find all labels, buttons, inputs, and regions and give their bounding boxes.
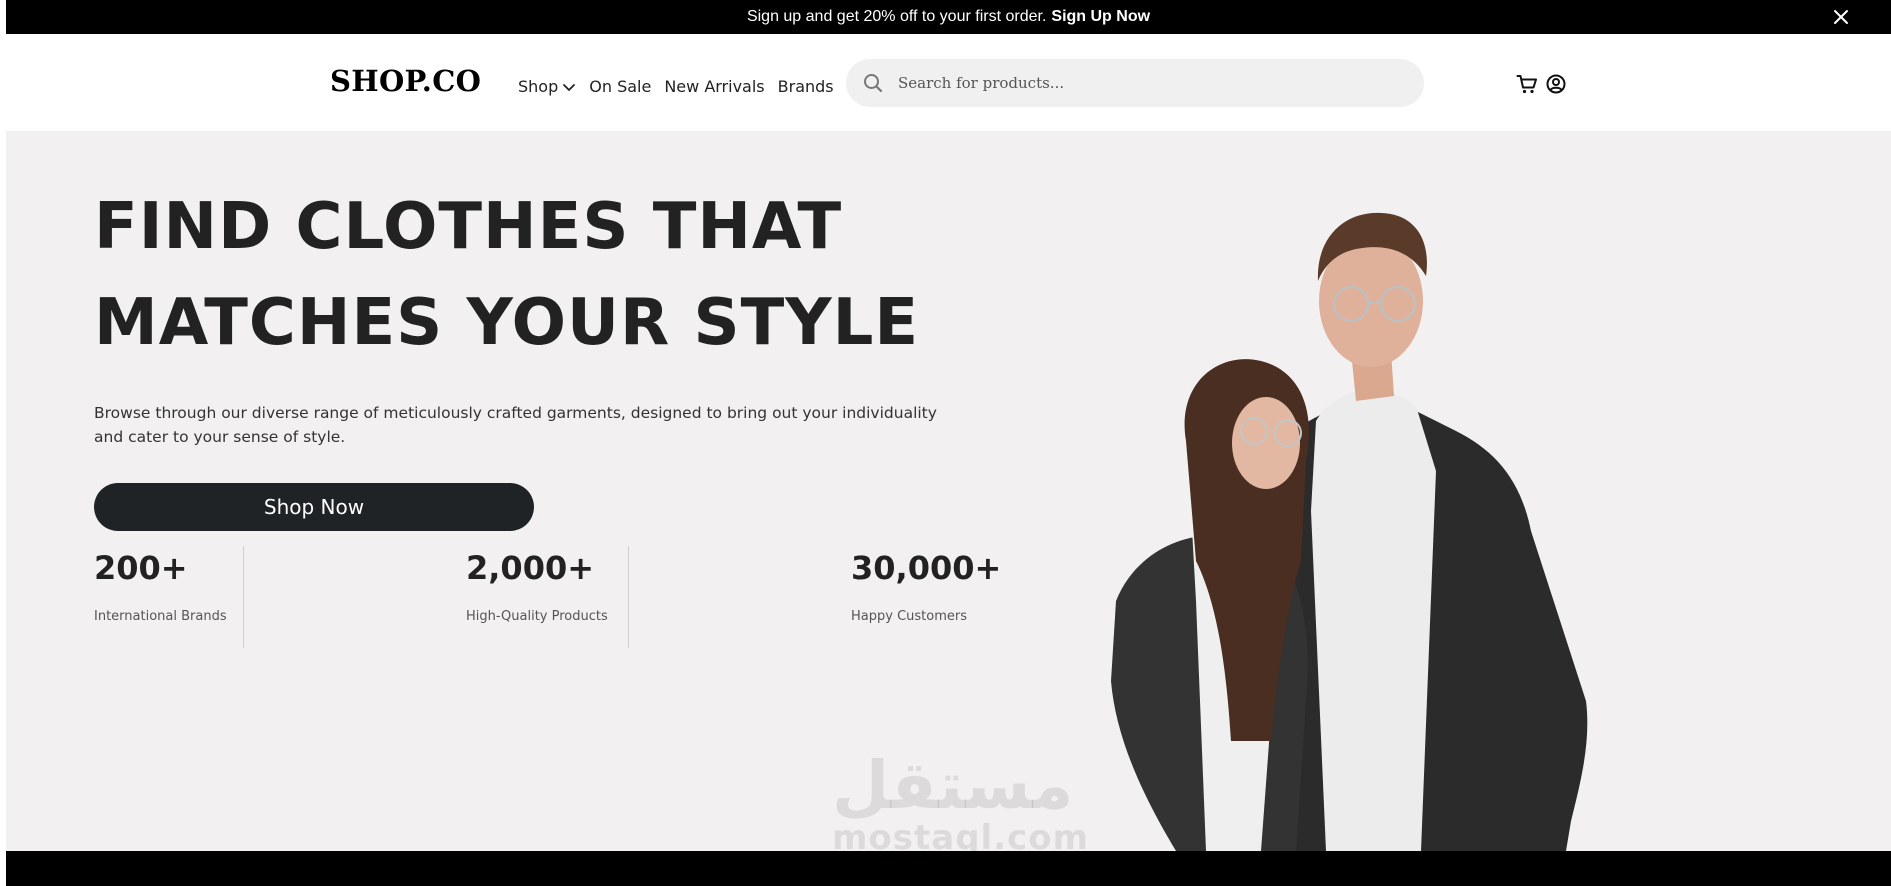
search-bar [846, 59, 1424, 107]
stat-brands: 200+ International Brands [94, 549, 227, 624]
announcement-text: Sign up and get 20% off to your first or… [746, 8, 1047, 25]
logo[interactable]: SHOP.CO [330, 64, 481, 98]
hero-description: Browse through our diverse range of meti… [94, 404, 937, 446]
site-header: SHOP.CO Shop On Sale New Arrivals Brands [6, 34, 1891, 131]
stat-value: 200+ [94, 549, 188, 587]
nav-brands[interactable]: Brands [778, 77, 834, 96]
nav-shop[interactable]: Shop [518, 77, 576, 96]
bottom-bar [6, 851, 1891, 886]
hero-section: FIND CLOTHES THAT MATCHES YOUR STYLE Bro… [6, 131, 1891, 851]
signup-link[interactable]: Sign Up Now [1051, 8, 1150, 26]
hero-model-image [1111, 212, 1588, 851]
stat-label: Happy Customers [851, 609, 967, 624]
stat-value: 2,000+ [466, 549, 595, 587]
watermark-arabic: مستقل [832, 747, 1074, 824]
stat-products: 2,000+ High-Quality Products [466, 549, 608, 624]
stat-divider [628, 546, 629, 648]
account-icon[interactable] [1545, 73, 1567, 95]
headline-line-2: MATCHES YOUR STYLE [94, 286, 920, 360]
stat-divider [243, 546, 244, 648]
watermark-latin: mostaql.com [832, 818, 1090, 851]
hero-headline: FIND CLOTHES THAT MATCHES YOUR STYLE [94, 179, 919, 371]
shop-now-button[interactable]: Shop Now [94, 483, 534, 531]
nav-on-sale[interactable]: On Sale [589, 77, 651, 96]
main-nav: Shop On Sale New Arrivals Brands [518, 77, 847, 96]
cart-icon[interactable] [1516, 73, 1538, 95]
chevron-down-icon [563, 83, 576, 91]
announcement-bar: Sign up and get 20% off to your first or… [6, 0, 1891, 34]
headline-line-1: FIND CLOTHES THAT [94, 190, 843, 264]
stat-customers: 30,000+ Happy Customers [851, 549, 1001, 624]
watermark: مستقل mostaql.com [832, 747, 1090, 852]
close-icon[interactable] [1831, 7, 1851, 27]
stat-label: International Brands [94, 609, 227, 624]
nav-shop-label: Shop [518, 77, 559, 96]
search-icon[interactable] [862, 72, 884, 94]
search-input[interactable] [896, 73, 1400, 93]
stat-label: High-Quality Products [466, 609, 608, 624]
nav-new-arrivals[interactable]: New Arrivals [664, 77, 764, 96]
stat-value: 30,000+ [851, 549, 1002, 587]
